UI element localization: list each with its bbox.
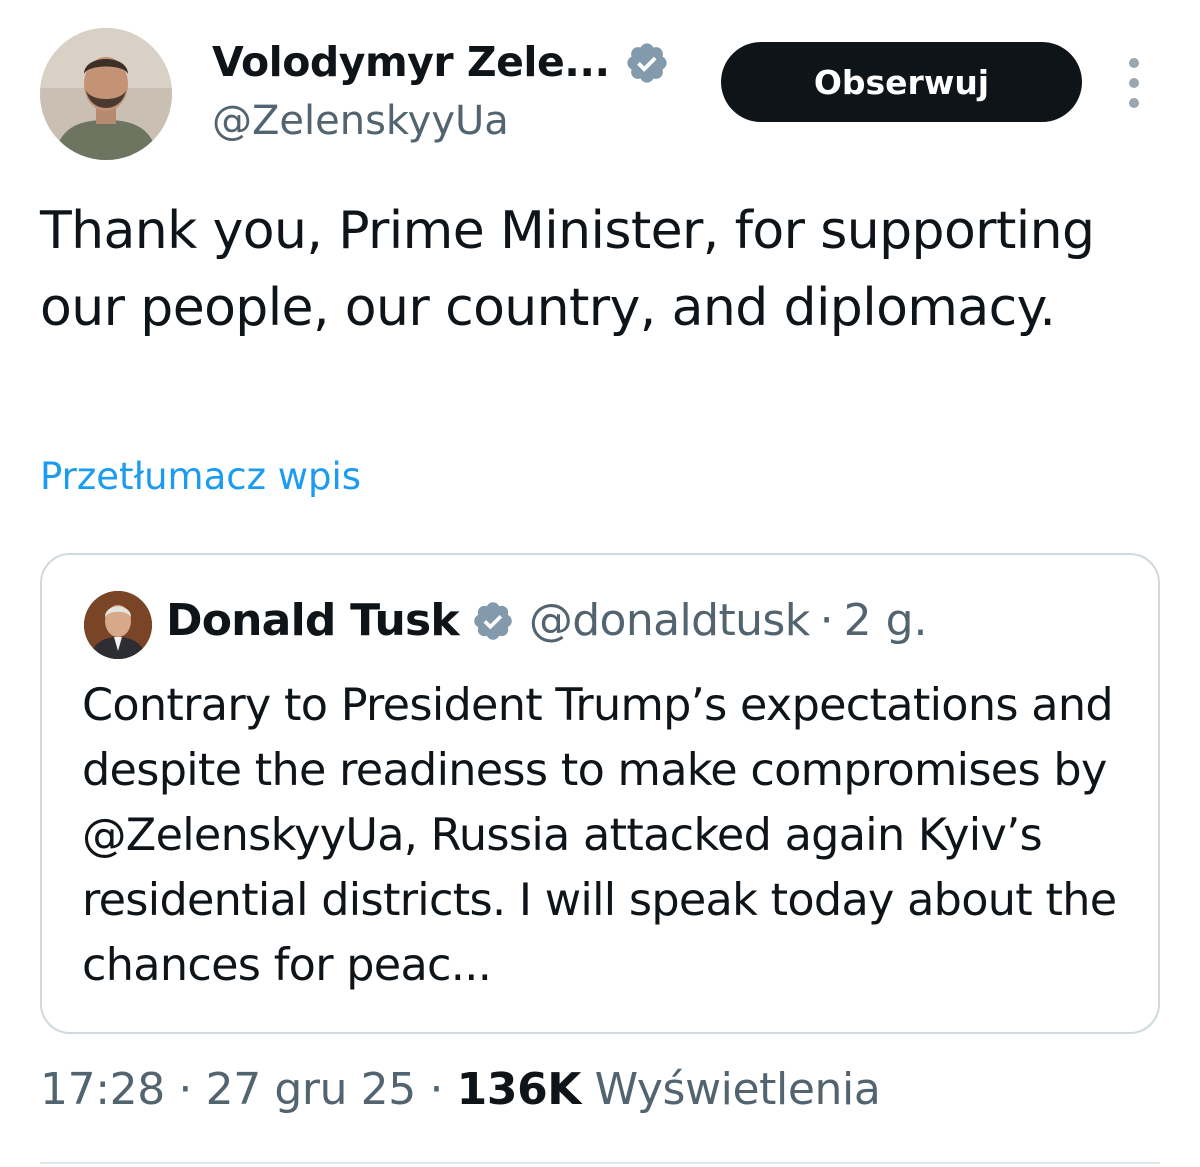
quoted-author-avatar-image <box>84 591 152 659</box>
quoted-tweet-text: Contrary to President Trump’s expectatio… <box>82 680 1117 991</box>
tweet-meta: 17:28 · 27 gru 25 · 136K Wyświetlenia <box>40 1064 881 1115</box>
author-avatar-image <box>40 28 172 160</box>
tweet-time[interactable]: 17:28 <box>40 1064 165 1115</box>
quoted-verified-badge-icon <box>474 601 512 640</box>
translate-post-link[interactable]: Przetłumacz wpis <box>40 455 361 498</box>
author-handle[interactable]: @ZelenskyyUa <box>212 98 509 144</box>
verified-badge-icon <box>627 43 667 83</box>
quoted-separator: · <box>819 595 834 646</box>
quoted-author-handle[interactable]: @donaldtusk <box>529 595 810 646</box>
meta-separator: · <box>178 1064 192 1115</box>
more-vertical-icon[interactable] <box>1120 58 1148 108</box>
author-display-name[interactable]: Volodymyr Zele... <box>212 38 610 86</box>
views-label: Wyświetlenia <box>594 1064 881 1115</box>
divider <box>40 1162 1160 1164</box>
tweet-text: Thank you, Prime Minister, for supportin… <box>40 201 1095 338</box>
author-avatar[interactable] <box>40 28 172 160</box>
quoted-timestamp[interactable]: 2 g. <box>844 595 928 646</box>
quoted-tweet-header: Donald Tusk @donaldtusk · 2 g. <box>166 595 928 646</box>
quoted-author-avatar[interactable] <box>84 591 152 659</box>
quoted-author-name[interactable]: Donald Tusk <box>166 595 460 646</box>
quoted-tweet-card[interactable]: Donald Tusk @donaldtusk · 2 g. Contrary … <box>40 553 1160 1034</box>
follow-button[interactable]: Obserwuj <box>721 42 1082 122</box>
meta-separator: · <box>429 1064 444 1115</box>
views-count: 136K <box>456 1064 582 1115</box>
tweet-date[interactable]: 27 gru 25 <box>206 1064 417 1115</box>
